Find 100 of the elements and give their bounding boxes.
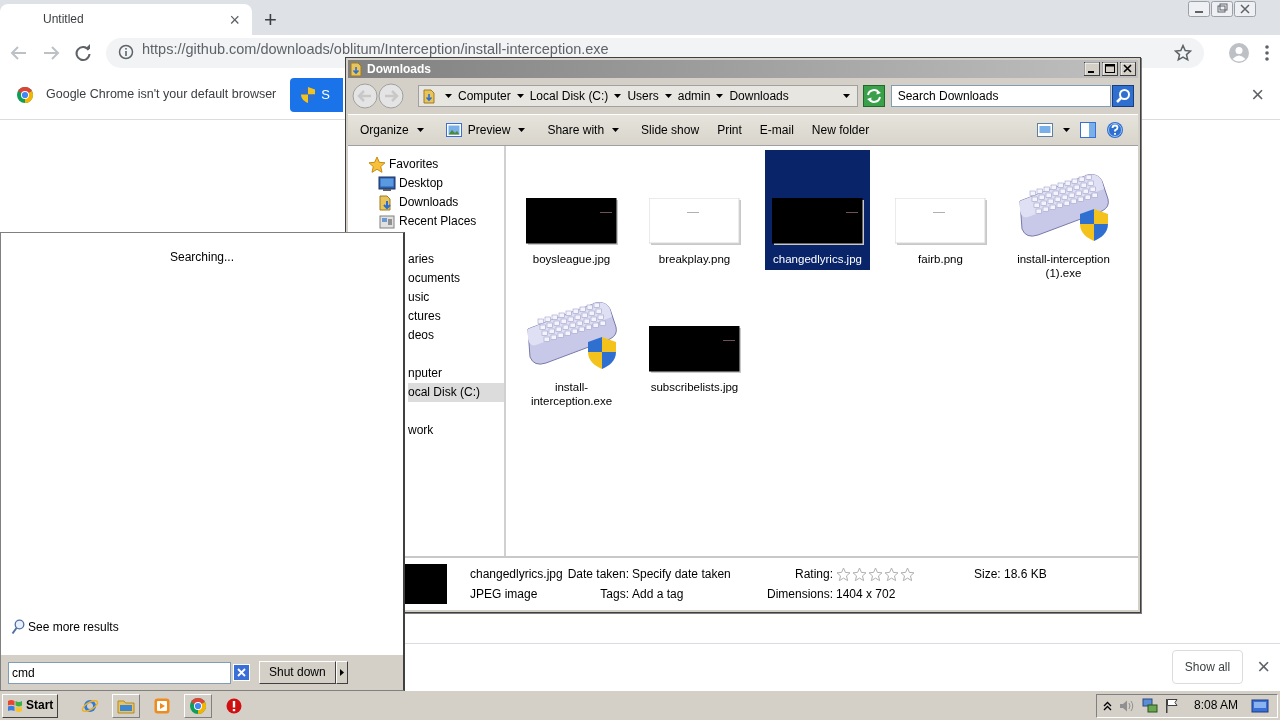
view-icon[interactable] — [1037, 123, 1053, 137]
field-value: Specify date taken — [632, 567, 732, 582]
reload-icon[interactable] — [74, 43, 92, 62]
star-icon — [868, 566, 883, 582]
caret-icon[interactable] — [1063, 128, 1070, 132]
network-icon[interactable] — [1141, 697, 1158, 714]
desktop-icon — [378, 174, 396, 193]
breadcrumb-item[interactable]: Computer — [458, 88, 511, 104]
infobar-message: Google Chrome isn't your default browser — [46, 87, 277, 102]
breadcrumb-item[interactable]: Local Disk (C:) — [529, 88, 609, 104]
windows-flag-icon — [7, 698, 23, 713]
recent-icon — [378, 212, 396, 231]
search-status: Searching... — [168, 250, 235, 265]
caret-icon[interactable] — [416, 128, 424, 132]
chevron-up-icon[interactable] — [1102, 699, 1112, 712]
nav-item[interactable]: Downloads — [348, 193, 504, 212]
nav-item[interactable]: ocal Disk (C:) — [408, 383, 504, 402]
caret-icon[interactable] — [664, 94, 672, 98]
nav-item[interactable]: nputer — [408, 364, 504, 383]
see-more-results-link[interactable]: See more results — [11, 619, 119, 635]
new-tab-button[interactable]: + — [264, 9, 277, 31]
close-tab-button[interactable]: × — [229, 10, 240, 29]
star-icon — [368, 155, 386, 174]
field-label: Date taken: — [566, 567, 629, 582]
breadcrumb-item[interactable]: admin — [677, 88, 711, 104]
field-label: Tags: — [599, 586, 629, 602]
menu-icon[interactable] — [1264, 43, 1270, 62]
maximize-button[interactable] — [1102, 62, 1118, 76]
field-label: Dimensions: — [767, 586, 833, 602]
caret-icon[interactable] — [614, 94, 622, 98]
file-item[interactable]: subscribelists.jpg — [642, 278, 747, 398]
preview-pane-icon[interactable] — [1080, 122, 1096, 138]
nav-item[interactable]: Recent Places — [348, 212, 504, 231]
file-item[interactable]: changedlyrics.jpg — [765, 150, 870, 270]
file-item[interactable]: fairb.png — [888, 150, 993, 270]
file-item[interactable]: breakplay.png — [642, 150, 747, 270]
nav-item[interactable]: work — [408, 421, 504, 440]
file-item[interactable]: boysleague.jpg — [519, 150, 624, 270]
show-all-button[interactable]: Show all — [1171, 650, 1244, 684]
minimize-button[interactable] — [1084, 62, 1100, 76]
show-desktop-icon[interactable] — [1251, 698, 1269, 713]
file-item[interactable]: install-interception.exe — [519, 278, 624, 412]
caret-icon[interactable] — [445, 94, 452, 98]
nav-item[interactable]: usic — [408, 288, 504, 307]
folder-icon[interactable] — [112, 693, 141, 718]
breadcrumb-item[interactable]: Downloads — [729, 88, 789, 104]
search-icon — [11, 619, 25, 635]
shield-icon — [300, 85, 317, 104]
tab-title[interactable]: Untitled — [43, 12, 84, 27]
shut-down-button[interactable]: Shut down — [259, 661, 336, 684]
search-field[interactable]: cmd — [8, 661, 231, 684]
toolbar-button[interactable]: New folder — [809, 122, 872, 138]
star-icon — [884, 566, 899, 582]
preview-button[interactable]: Preview — [443, 122, 513, 138]
browser-logo-icon — [16, 85, 34, 104]
caret-icon[interactable] — [516, 94, 524, 98]
start-button[interactable]: Start — [2, 693, 59, 718]
bookmark-star-icon[interactable] — [1174, 43, 1192, 62]
search-field[interactable]: Search Downloads — [890, 85, 1111, 107]
file-type: JPEG image — [470, 586, 539, 602]
file-item[interactable]: install-interception (1).exe — [1011, 150, 1116, 284]
refresh-button[interactable] — [862, 85, 885, 107]
clear-button[interactable] — [233, 664, 250, 681]
restore-button[interactable] — [1211, 1, 1233, 17]
toolbar-button[interactable]: Print — [715, 122, 744, 138]
close-icon — [237, 668, 246, 677]
toolbar-button[interactable]: Organize — [358, 122, 411, 138]
file-name: changedlyrics.jpg — [470, 567, 562, 582]
field-value: Add a tag — [632, 586, 685, 602]
star-icon — [852, 566, 867, 582]
toolbar-button[interactable]: Slide show — [639, 122, 702, 138]
nav-item[interactable]: aries — [408, 250, 504, 269]
caret-icon[interactable] — [716, 94, 724, 98]
close-button[interactable]: × — [1257, 656, 1270, 678]
breadcrumb-item[interactable]: Users — [627, 88, 659, 104]
clock: 8:08 AM — [1193, 698, 1238, 713]
star-icon — [900, 566, 915, 582]
nav-item[interactable]: Favorites — [348, 155, 504, 174]
close-button[interactable]: × — [1251, 83, 1264, 106]
image-icon — [445, 123, 462, 137]
set-default-button[interactable]: S — [290, 77, 344, 112]
close-button[interactable] — [1120, 62, 1136, 76]
file-size: Size: 18.6 KB — [974, 567, 1047, 582]
browser-icon[interactable] — [184, 693, 213, 718]
nav-item[interactable]: deos — [408, 326, 504, 345]
folder-icon — [350, 61, 364, 77]
nav-item[interactable]: ctures — [408, 307, 504, 326]
nav-item[interactable]: Desktop — [348, 174, 504, 193]
search-button[interactable] — [1112, 85, 1134, 107]
dropdown-caret-icon[interactable] — [842, 94, 850, 98]
help-icon[interactable] — [1106, 121, 1124, 139]
field-label: Rating: — [793, 567, 833, 582]
star-icon — [836, 566, 851, 582]
flag-icon[interactable] — [1164, 698, 1179, 713]
toolbar-button[interactable]: E-mail — [757, 122, 796, 138]
address-bar[interactable]: Computer Local Disk (C:) Users admin Downloads — [418, 85, 858, 107]
toolbar-button[interactable]: Share with — [545, 122, 607, 138]
caret-icon[interactable] — [612, 128, 620, 132]
caret-icon[interactable] — [518, 128, 526, 132]
nav-item[interactable]: ocuments — [408, 269, 504, 288]
